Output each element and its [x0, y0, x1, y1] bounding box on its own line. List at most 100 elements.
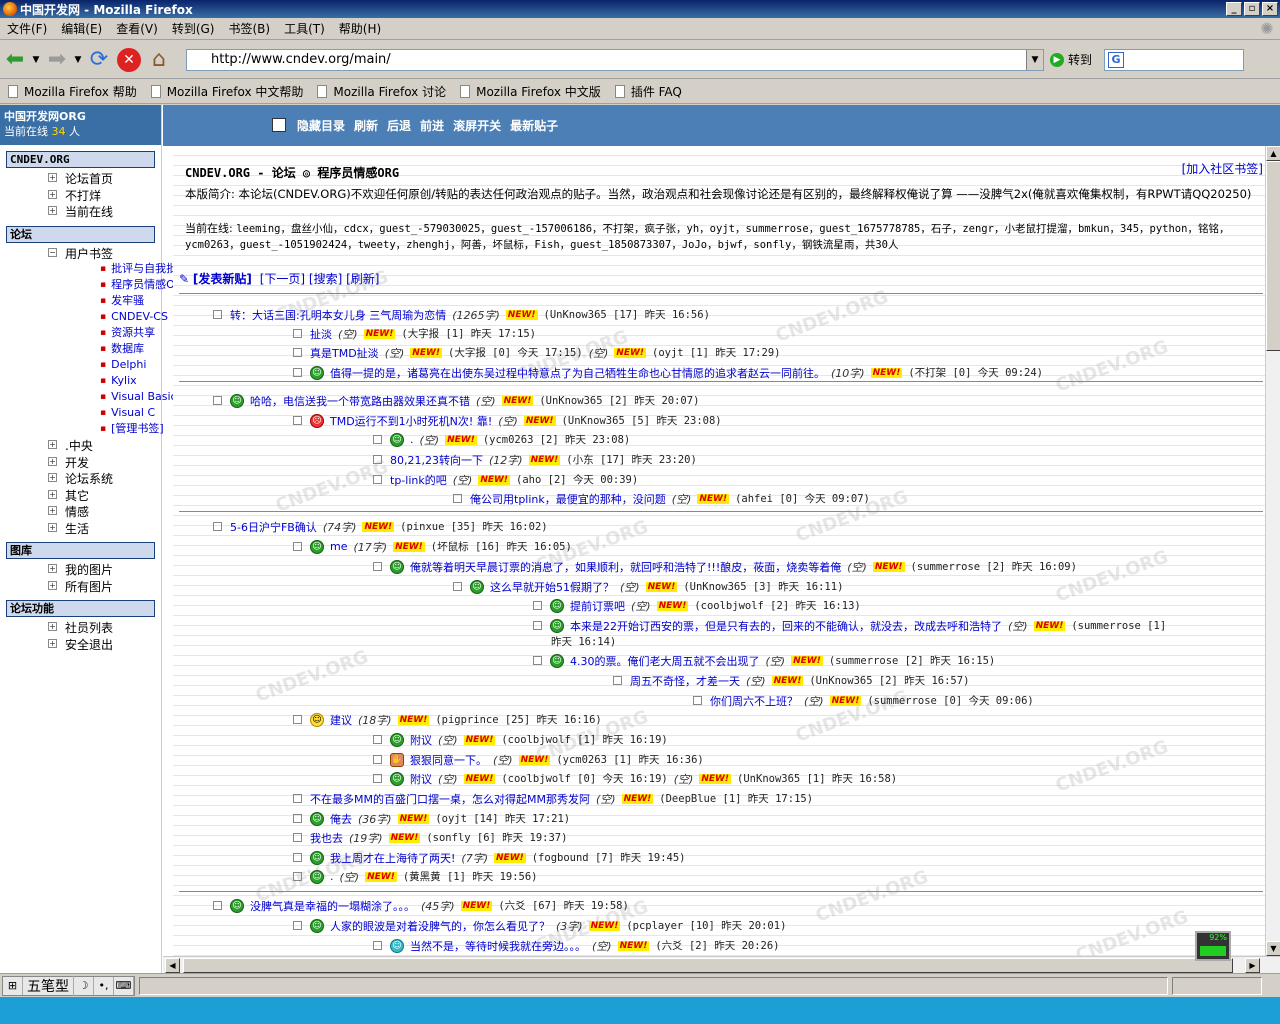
bookmark-item[interactable]: 插件 FAQ: [614, 83, 682, 100]
thread-row[interactable]: 扯淡 (空) NEW! (大字报 [1] 昨天 17:15): [293, 325, 536, 342]
close-button[interactable]: ×: [1262, 2, 1278, 16]
ime-mode[interactable]: 五笔型: [23, 975, 74, 996]
thread-row[interactable]: ☺ 值得一提的是，诸葛亮在出使东吴过程中特意点了为自己牺牲生命也心甘情愿的追求者赵…: [293, 364, 1043, 381]
thread-row[interactable]: ☺ 提前订票吧 (空) NEW! (coolbjwolf [2] 昨天 16:13): [533, 597, 861, 614]
thread-title[interactable]: 这么早就开始51假期了？: [490, 579, 614, 595]
tree-item-central[interactable]: + .中央: [48, 437, 161, 454]
scroll-thumb[interactable]: [1266, 161, 1280, 351]
thread-toggle-icon[interactable]: [213, 310, 222, 319]
moon-icon[interactable]: ☽: [74, 976, 94, 995]
menu-file[interactable]: 文件(F): [0, 20, 54, 37]
tree-item-all-pictures[interactable]: + 所有图片: [48, 578, 161, 595]
thread-title[interactable]: 值得一提的是，诸葛亮在出使东吴过程中特意点了为自己牺牲生命也心甘情愿的追求者赵云…: [330, 365, 825, 381]
thread-toggle-icon[interactable]: [213, 522, 222, 531]
new-post-link[interactable]: [发表新贴]: [193, 272, 252, 286]
thread-row[interactable]: ☺ 建议 (18字) NEW! (pigprince [25] 昨天 16:16): [293, 711, 602, 728]
thread-row[interactable]: 5-6日沪宁FB确认 (74字) NEW! (pinxue [35] 昨天 16:02…: [213, 518, 548, 535]
go-button[interactable]: ▶ 转到: [1050, 51, 1092, 68]
forward-dropdown-icon[interactable]: ▼: [72, 45, 84, 75]
thread-row[interactable]: ✋ 狠狠同意一下。 (空) NEW! (ycm0263 [1] 昨天 16:36): [373, 751, 704, 768]
menu-icon[interactable]: [272, 118, 286, 132]
thread-toggle-icon[interactable]: [293, 348, 302, 357]
refresh-link[interactable]: 刷新: [354, 117, 378, 134]
expand-icon[interactable]: +: [48, 506, 57, 515]
expand-icon[interactable]: +: [48, 580, 57, 590]
expand-icon[interactable]: +: [48, 638, 57, 648]
thread-row[interactable]: 我也去 (19字) NEW! (sonfly [6] 昨天 19:37): [293, 829, 567, 846]
expand-icon[interactable]: +: [48, 473, 57, 482]
thread-title[interactable]: 我上周才在上海待了两天!: [330, 850, 455, 866]
thread-title[interactable]: 转：大话三国:孔明本女儿身 三气周瑜为恋情: [230, 307, 446, 323]
thread-toggle-icon[interactable]: [293, 329, 302, 338]
thread-row[interactable]: ☺ 哈哈，电信送我一个带宽路由器效果还真不错 (空) NEW! (UnKnow365 […: [213, 392, 699, 409]
thread-title[interactable]: 80,21,23转向一下: [390, 452, 483, 468]
thread-toggle-icon[interactable]: [373, 755, 382, 764]
scroll-toggle-link[interactable]: 滚屏开关: [453, 117, 501, 134]
minimize-button[interactable]: _: [1226, 2, 1242, 16]
thread-toggle-icon[interactable]: [293, 921, 302, 930]
thread-toggle-icon[interactable]: [373, 455, 382, 464]
menu-tools[interactable]: 工具(T): [277, 20, 332, 37]
hide-menu-link[interactable]: 隐藏目录: [297, 117, 345, 134]
bookmark-item[interactable]: Mozilla Firefox 讨论: [317, 83, 446, 100]
thread-title[interactable]: 当然不是，等待时候我就在旁边。。。: [410, 938, 586, 954]
tree-item-members[interactable]: + 社员列表: [48, 619, 161, 636]
thread-title[interactable]: .: [330, 870, 334, 883]
expand-icon[interactable]: +: [48, 522, 57, 532]
expand-icon[interactable]: +: [48, 189, 57, 199]
thread-row[interactable]: ☺. (空) NEW! (ycm0263 [2] 昨天 23:08): [373, 431, 630, 448]
tree-item-no-close[interactable]: + 不打烊: [48, 187, 161, 204]
forward-arrow-icon[interactable]: ➡: [42, 45, 72, 75]
thread-toggle-icon[interactable]: [533, 621, 542, 630]
ime-toolbar[interactable]: ⊞ 五笔型 ☽ •, ⌨: [2, 975, 135, 996]
scroll-thumb-horizontal[interactable]: [183, 958, 1233, 973]
thread-toggle-icon[interactable]: [293, 814, 302, 823]
thread-row[interactable]: ☺ 附议 (空) NEW! (coolbjwolf [0] 今天 16:19) (空) NE…: [373, 770, 897, 787]
thread-toggle-icon[interactable]: [213, 396, 222, 405]
forward-link[interactable]: 前进: [420, 117, 444, 134]
thread-title[interactable]: TMD运行不到1小时死机N次! 靠!: [330, 413, 492, 429]
thread-title[interactable]: 真是TMD扯淡: [310, 345, 379, 361]
menu-bookmarks[interactable]: 书签(B): [221, 20, 277, 37]
thread-toggle-icon[interactable]: [373, 941, 382, 950]
thread-toggle-icon[interactable]: [293, 715, 302, 724]
menu-edit[interactable]: 编辑(E): [54, 20, 109, 37]
thread-toggle-icon[interactable]: [373, 774, 382, 783]
thread-title[interactable]: 没脾气真是幸福的一塌糊涂了。。。: [250, 898, 415, 914]
menu-view[interactable]: 查看(V): [109, 20, 165, 37]
thread-title[interactable]: 人家的眼波是对着没脾气的，你怎么看见了？: [330, 918, 550, 934]
thread-row[interactable]: ☺ 我上周才在上海待了两天! (7字) NEW! (fogbound [7] 昨天 19…: [293, 849, 686, 866]
thread-title[interactable]: 附议: [410, 771, 432, 787]
ime-logo-icon[interactable]: ⊞: [3, 976, 23, 995]
scroll-right-icon[interactable]: ▶: [1245, 958, 1260, 973]
thread-title[interactable]: 不在最多MM的百盛门口摆一桌，怎么对得起MM那秀发阿: [310, 791, 590, 807]
scroll-left-icon[interactable]: ◀: [165, 958, 180, 973]
reload-icon[interactable]: ⟳: [84, 45, 114, 75]
thread-title[interactable]: 俺公司用tplink，最便宜的那种，没问题: [470, 491, 666, 507]
next-page-link[interactable]: [下一页]: [260, 272, 305, 286]
maximize-button[interactable]: ▫: [1244, 2, 1260, 16]
expand-icon[interactable]: +: [48, 456, 57, 466]
thread-toggle-icon[interactable]: [453, 494, 462, 503]
thread-title[interactable]: 俺去: [330, 811, 352, 827]
tree-item-online[interactable]: + 当前在线: [48, 203, 161, 220]
expand-icon[interactable]: +: [48, 622, 57, 631]
scroll-down-icon[interactable]: ▼: [1266, 941, 1280, 956]
expand-icon[interactable]: +: [48, 489, 57, 499]
home-icon[interactable]: ⌂: [144, 45, 174, 75]
thread-row[interactable]: 真是TMD扯淡 (空) NEW! (大字报 [0] 今天 17:15) (空) NEW! (…: [293, 344, 780, 361]
thread-row[interactable]: ☺ 这么早就开始51假期了？ (空) NEW! (UnKnow365 [3] 昨天 16…: [453, 578, 843, 595]
latest-posts-link[interactable]: 最新贴子: [510, 117, 558, 134]
thread-toggle-icon[interactable]: [373, 562, 382, 571]
punctuation-icon[interactable]: •,: [94, 976, 114, 995]
expand-icon[interactable]: +: [48, 440, 57, 449]
thread-row[interactable]: ☺ 俺去 (36字) NEW! (oyjt [14] 昨天 17:21): [293, 810, 570, 827]
thread-title[interactable]: me: [330, 540, 347, 553]
thread-row[interactable]: ☺ me (17字) NEW! (坏鼠标 [16] 昨天 16:05): [293, 538, 572, 555]
thread-row[interactable]: ☺ 本来是22开始订西安的票，但是只有去的，回来的不能确认，就没去，改成去呼和浩特…: [533, 617, 1166, 634]
thread-title[interactable]: 5-6日沪宁FB确认: [230, 519, 317, 535]
thread-toggle-icon[interactable]: [453, 582, 462, 591]
thread-title[interactable]: 俺就等着明天早晨订票的消息了，如果顺利，就回呼和浩特了!!!酿皮，莜面，烧卖等着…: [410, 559, 841, 575]
thread-toggle-icon[interactable]: [693, 696, 702, 705]
tree-item-my-pictures[interactable]: + 我的图片: [48, 561, 161, 578]
